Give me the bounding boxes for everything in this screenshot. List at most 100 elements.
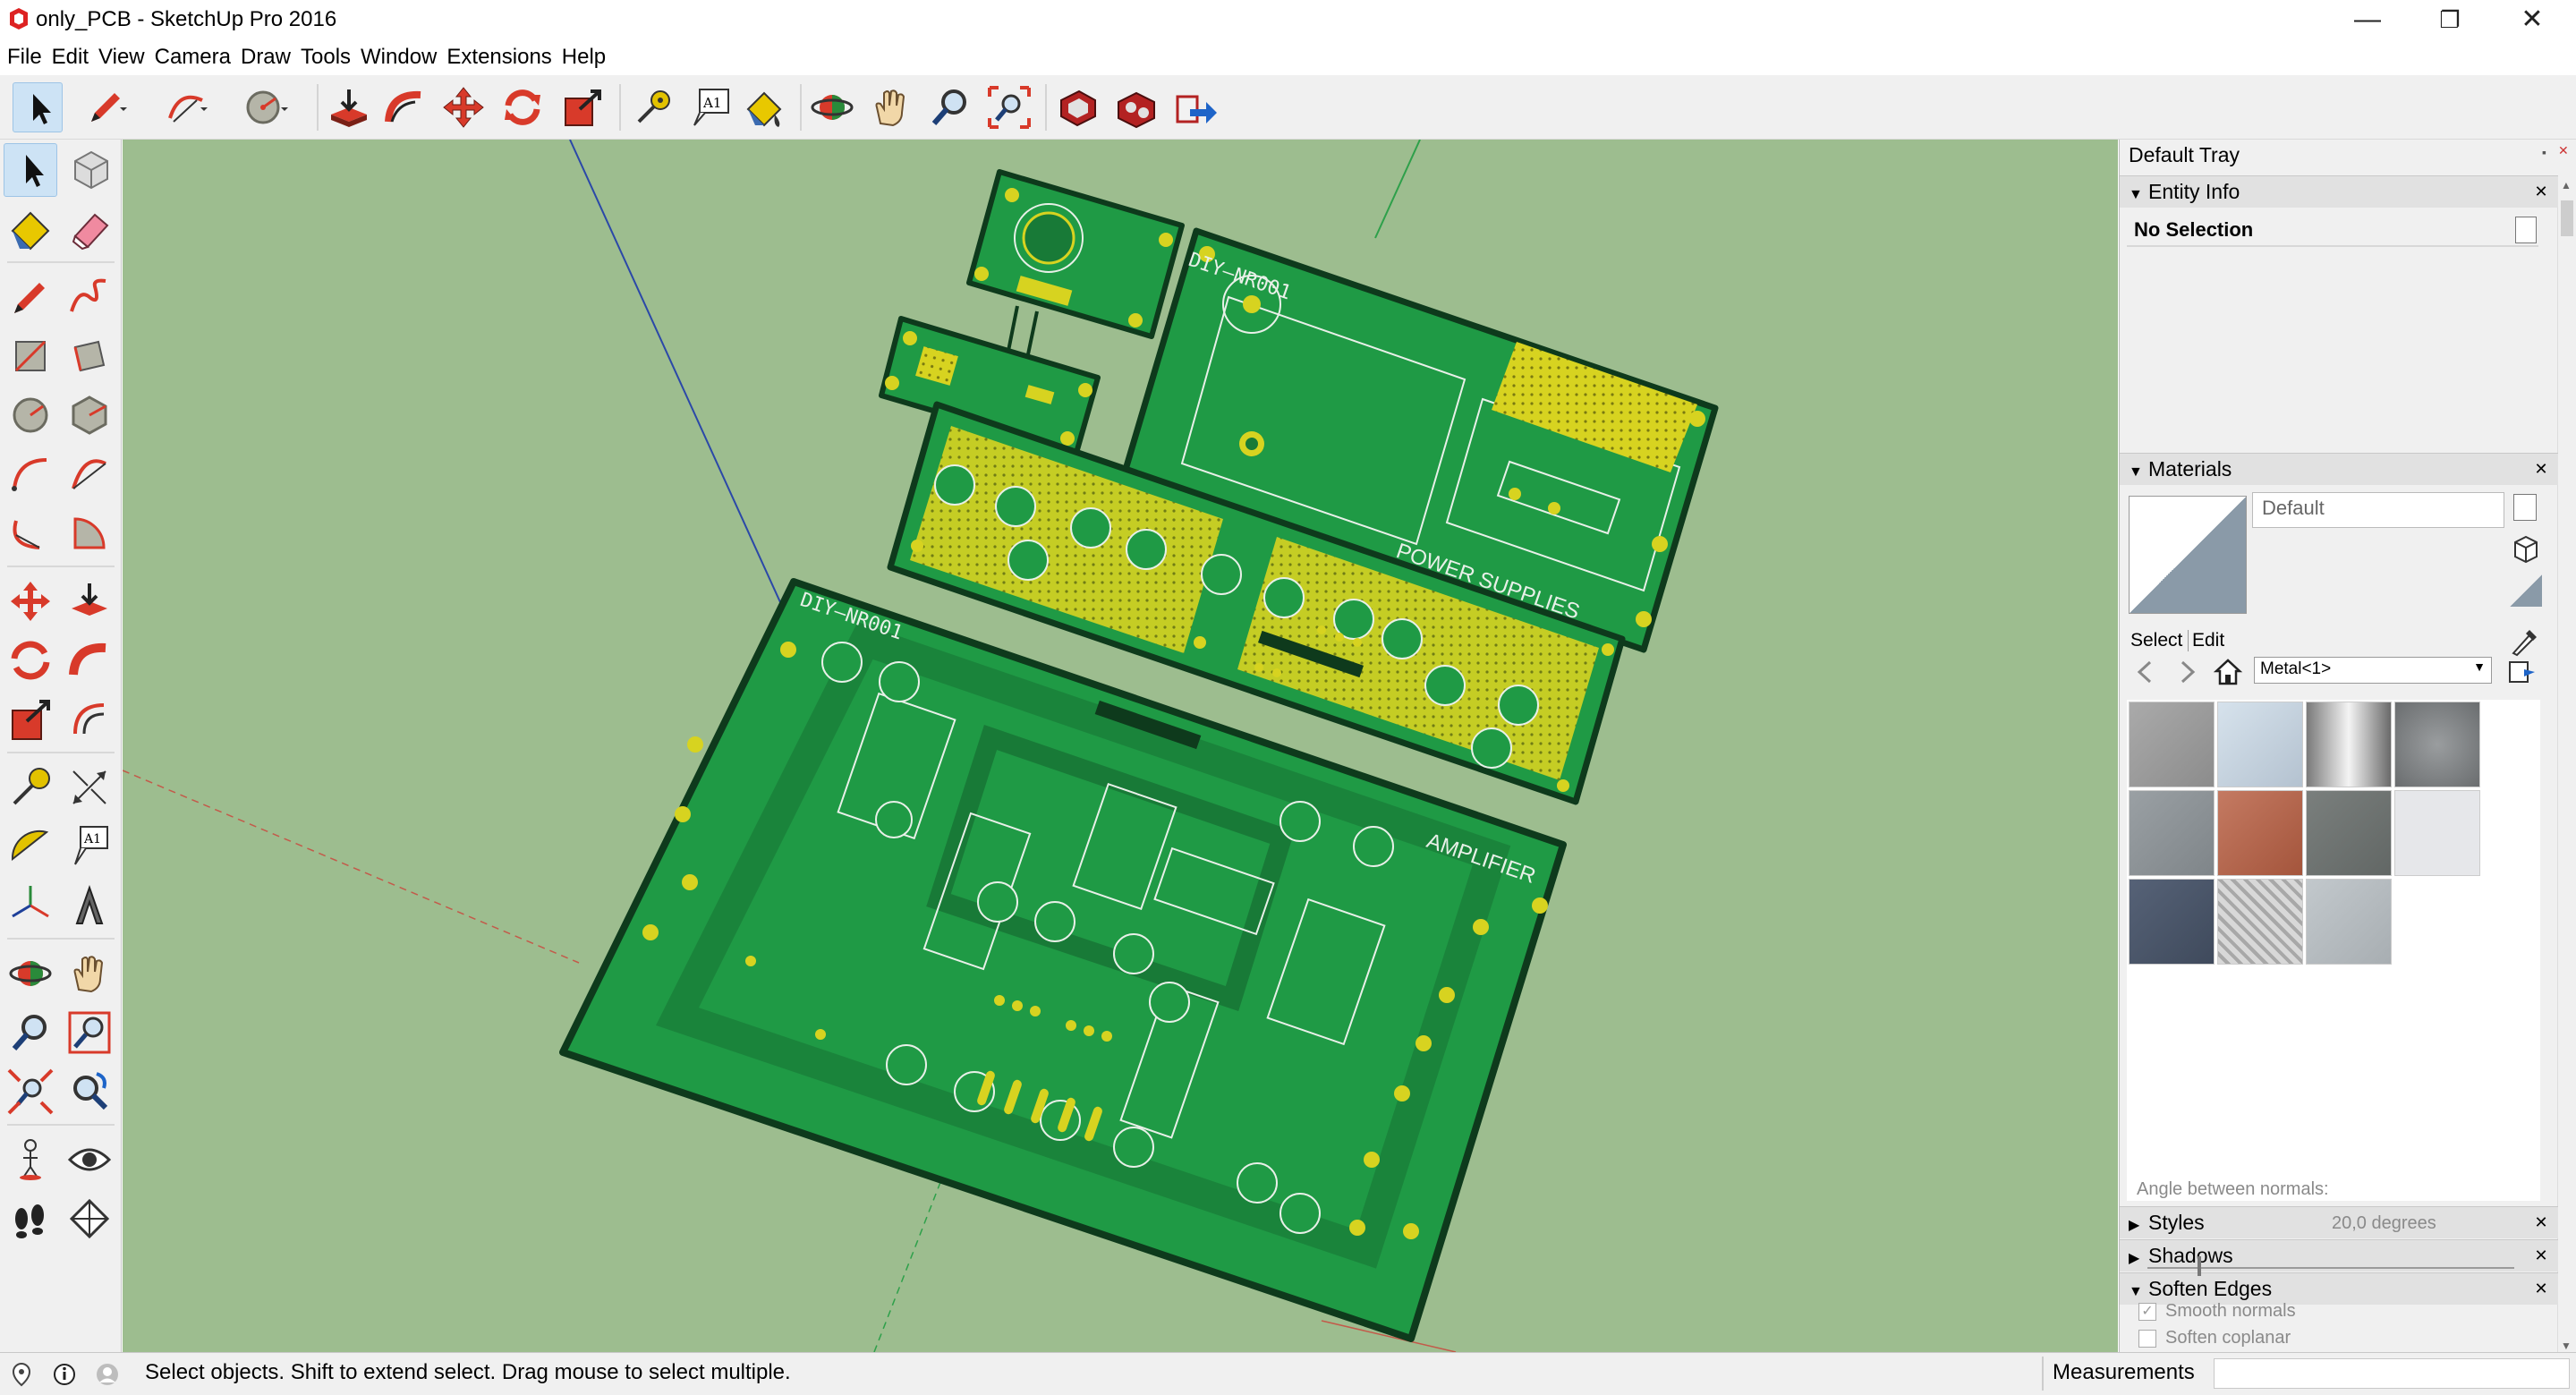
material-swatch[interactable]	[2394, 702, 2480, 787]
warehouse-button[interactable]	[1052, 82, 1102, 132]
smooth-normals-checkbox[interactable]: ✓	[2138, 1303, 2156, 1321]
circle-tool[interactable]	[4, 388, 57, 442]
circle-tool-button[interactable]	[240, 82, 290, 132]
model-viewport[interactable]: DIY–NR001 POWER SUPPLIES DIY–NR001 AMPLI…	[123, 140, 2118, 1352]
dimension-tool[interactable]	[63, 761, 116, 814]
material-swatch[interactable]	[2394, 790, 2480, 876]
look-around-tool[interactable]	[63, 1133, 116, 1187]
pan-tool-button[interactable]	[866, 82, 916, 132]
zoom-tool[interactable]	[4, 1006, 57, 1059]
entity-info-header[interactable]: ▼ Entity Info ✕	[2120, 175, 2558, 208]
push-pull-tool[interactable]	[63, 574, 116, 628]
follow-me-tool[interactable]	[63, 634, 116, 687]
eraser-tool[interactable]	[63, 202, 116, 256]
polygon-tool[interactable]	[63, 388, 116, 442]
two-point-arc-tool[interactable]	[63, 447, 116, 501]
tape-measure-tool[interactable]	[4, 761, 57, 814]
back-arrow-icon[interactable]	[2132, 659, 2159, 685]
material-swatch[interactable]	[2129, 879, 2215, 965]
zoom-tool-button[interactable]	[925, 82, 975, 132]
home-icon[interactable]	[2213, 657, 2243, 687]
offset-tool[interactable]	[63, 693, 116, 746]
default-material-icon[interactable]	[2510, 574, 2542, 607]
sample-paint-icon[interactable]	[2506, 623, 2542, 659]
rotate-tool-button[interactable]	[497, 82, 548, 132]
geo-location-icon[interactable]	[9, 1362, 34, 1387]
angle-slider[interactable]	[2147, 1256, 2514, 1276]
menu-view[interactable]: View	[91, 41, 148, 75]
details-toggle-icon[interactable]	[2515, 217, 2537, 243]
menu-camera[interactable]: Camera	[148, 41, 234, 75]
follow-me-tool-button[interactable]	[379, 82, 429, 132]
user-account-icon[interactable]	[95, 1362, 120, 1387]
zoom-window-tool[interactable]	[63, 1006, 116, 1059]
slider-handle[interactable]	[2198, 1256, 2201, 1276]
measurements-input[interactable]	[2214, 1358, 2570, 1389]
material-name-field[interactable]: Default	[2252, 492, 2504, 528]
tape-measure-tool-button[interactable]	[626, 82, 676, 132]
section-plane-tool[interactable]	[63, 1192, 116, 1246]
menu-draw[interactable]: Draw	[234, 41, 293, 75]
forward-arrow-icon[interactable]	[2173, 659, 2200, 685]
soften-coplanar-checkbox[interactable]	[2138, 1330, 2156, 1348]
menu-tools[interactable]: Tools	[293, 41, 353, 75]
zoom-extents-tool-button[interactable]	[984, 82, 1034, 132]
walk-tool[interactable]	[4, 1192, 57, 1246]
close-panel-icon[interactable]: ✕	[2531, 180, 2551, 203]
menu-window[interactable]: Window	[353, 41, 439, 75]
component-tool[interactable]	[63, 143, 116, 197]
tab-select[interactable]: Select	[2130, 630, 2182, 651]
tab-edit[interactable]: Edit	[2188, 630, 2224, 651]
close-panel-icon[interactable]: ✕	[2531, 1277, 2551, 1300]
credits-icon[interactable]	[52, 1362, 77, 1387]
text-tool[interactable]: A1	[63, 820, 116, 873]
zoom-extents-tool[interactable]	[4, 1065, 57, 1119]
material-swatch[interactable]	[2129, 790, 2215, 876]
select-tool[interactable]	[4, 143, 57, 197]
protractor-tool[interactable]	[4, 820, 57, 873]
rectangle-tool[interactable]	[4, 329, 57, 383]
push-pull-tool-button[interactable]	[324, 82, 374, 132]
scale-tool-button[interactable]	[558, 82, 608, 132]
orbit-tool[interactable]	[4, 947, 57, 1000]
create-material-icon[interactable]	[2510, 533, 2542, 566]
tray-pin-icon[interactable]: ▪	[2542, 145, 2546, 159]
arc-tool-button[interactable]	[161, 82, 211, 132]
material-swatch[interactable]	[2306, 790, 2392, 876]
close-button[interactable]: ✕	[2491, 0, 2573, 41]
minimize-button[interactable]: —	[2326, 0, 2409, 41]
material-swatch[interactable]	[2217, 790, 2303, 876]
pcb-small-top[interactable]	[966, 169, 1185, 339]
close-panel-icon[interactable]: ✕	[2531, 457, 2551, 481]
paint-bucket-tool-button[interactable]	[739, 82, 789, 132]
move-tool[interactable]	[4, 574, 57, 628]
3d-text-tool[interactable]	[63, 879, 116, 932]
tray-close-icon[interactable]: ✕	[2558, 143, 2569, 158]
material-swatch[interactable]	[2129, 702, 2215, 787]
pencil-tool-button[interactable]	[81, 82, 131, 132]
material-swatch[interactable]	[2306, 879, 2392, 965]
three-point-arc-tool[interactable]	[4, 506, 57, 560]
menu-extensions[interactable]: Extensions	[439, 41, 554, 75]
tray-scrollbar[interactable]: ▲ ▼	[2557, 179, 2576, 1352]
move-tool-button[interactable]	[438, 82, 489, 132]
pie-tool[interactable]	[63, 506, 116, 560]
text-tool-button[interactable]: A1	[685, 82, 735, 132]
rotate-tool[interactable]	[4, 634, 57, 687]
scale-tool[interactable]	[4, 693, 57, 746]
arc-tool[interactable]	[4, 447, 57, 501]
menu-edit[interactable]: Edit	[45, 41, 91, 75]
materials-header[interactable]: ▼ Materials ✕	[2120, 453, 2558, 485]
material-swatch[interactable]	[2306, 702, 2392, 787]
material-library-select[interactable]: Metal<1> ▼	[2254, 657, 2492, 684]
library-details-icon[interactable]	[2506, 657, 2537, 687]
material-swatch[interactable]	[2217, 702, 2303, 787]
freehand-tool[interactable]	[63, 270, 116, 324]
previous-view-tool[interactable]	[63, 1065, 116, 1119]
menu-file[interactable]: File	[0, 41, 45, 75]
rotated-rectangle-tool[interactable]	[63, 329, 116, 383]
close-panel-icon[interactable]: ✕	[2531, 1244, 2551, 1267]
material-swatch[interactable]	[2217, 879, 2303, 965]
soften-edges-header[interactable]: ▼ Soften Edges ✕	[2120, 1272, 2558, 1305]
pan-tool[interactable]	[63, 947, 116, 1000]
